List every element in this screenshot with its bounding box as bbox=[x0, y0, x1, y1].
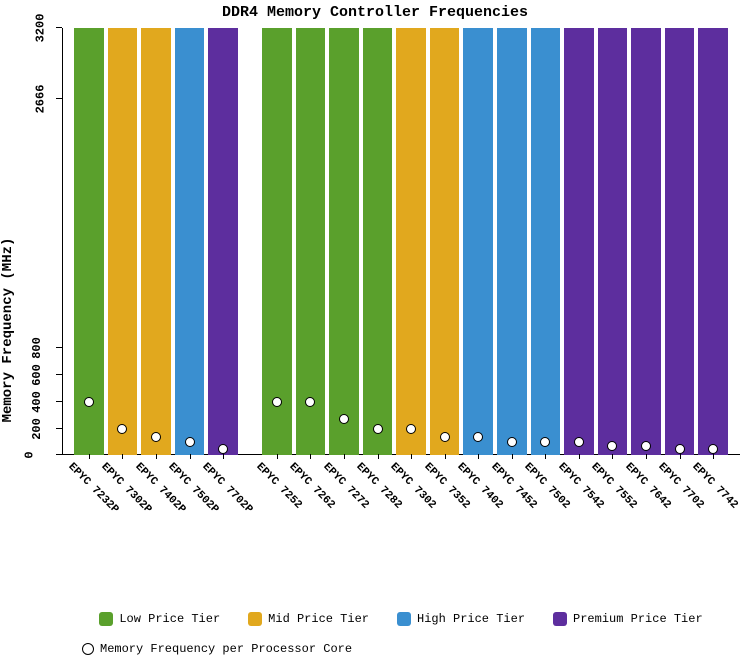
data-point-dot bbox=[305, 397, 315, 407]
y-tick-label: 200 bbox=[30, 418, 44, 440]
bar bbox=[665, 28, 695, 455]
memory-frequency-chart: DDR4 Memory Controller Frequencies Memor… bbox=[0, 0, 750, 660]
data-point-dot bbox=[218, 444, 228, 454]
y-tick-label: 0 bbox=[23, 452, 37, 459]
data-point-dot bbox=[440, 432, 450, 442]
data-point-dot bbox=[84, 397, 94, 407]
y-axis-label: Memory Frequency (MHz) bbox=[0, 238, 16, 423]
bar bbox=[631, 28, 661, 455]
bar bbox=[175, 28, 205, 455]
legend-label-mid: Mid Price Tier bbox=[268, 612, 369, 626]
legend-label-dot: Memory Frequency per Processor Core bbox=[100, 642, 352, 656]
x-tick bbox=[478, 454, 479, 459]
legend: Low Price Tier Mid Price Tier High Price… bbox=[62, 612, 740, 656]
bar bbox=[698, 28, 728, 455]
x-tick bbox=[612, 454, 613, 459]
y-tick: 3200 bbox=[56, 27, 62, 28]
data-point-dot bbox=[406, 424, 416, 434]
x-tick bbox=[190, 454, 191, 459]
x-axis-labels: EPYC 7232PEPYC 7302PEPYC 7402PEPYC 7502P… bbox=[62, 455, 740, 562]
y-tick: 200 bbox=[56, 428, 62, 429]
legend-swatch-high bbox=[397, 612, 411, 626]
y-tick: 800 bbox=[56, 347, 62, 348]
y-tick-label: 800 bbox=[30, 338, 44, 360]
x-tick bbox=[344, 454, 345, 459]
data-point-dot bbox=[185, 437, 195, 447]
x-tick bbox=[713, 454, 714, 459]
bar bbox=[262, 28, 292, 455]
y-tick-label: 2666 bbox=[33, 85, 47, 114]
legend-swatch-premium bbox=[553, 612, 567, 626]
data-point-dot bbox=[641, 441, 651, 451]
x-tick bbox=[680, 454, 681, 459]
bar bbox=[329, 28, 359, 455]
bar bbox=[74, 28, 104, 455]
bar bbox=[396, 28, 426, 455]
legend-item-high: High Price Tier bbox=[397, 612, 525, 626]
x-tick bbox=[156, 454, 157, 459]
bar bbox=[296, 28, 326, 455]
bar bbox=[108, 28, 138, 455]
y-tick-label: 3200 bbox=[33, 14, 47, 43]
chart-title: DDR4 Memory Controller Frequencies bbox=[0, 4, 750, 21]
x-tick bbox=[545, 454, 546, 459]
x-tick bbox=[512, 454, 513, 459]
data-point-dot bbox=[540, 437, 550, 447]
data-point-dot bbox=[574, 437, 584, 447]
x-tick bbox=[277, 454, 278, 459]
data-point-dot bbox=[507, 437, 517, 447]
data-point-dot bbox=[607, 441, 617, 451]
x-tick bbox=[310, 454, 311, 459]
y-tick: 600 bbox=[56, 374, 62, 375]
bar bbox=[463, 28, 493, 455]
bar bbox=[598, 28, 628, 455]
x-tick bbox=[378, 454, 379, 459]
data-point-dot bbox=[675, 444, 685, 454]
legend-swatch-low bbox=[99, 612, 113, 626]
bar bbox=[430, 28, 460, 455]
plot-area: EPYC 7232PEPYC 7302PEPYC 7402PEPYC 7502P… bbox=[62, 28, 740, 562]
legend-item-dot: Memory Frequency per Processor Core bbox=[62, 642, 740, 656]
x-tick bbox=[223, 454, 224, 459]
y-tick: 0 bbox=[56, 454, 62, 455]
data-point-dot bbox=[339, 414, 349, 424]
bars-container bbox=[62, 28, 740, 455]
legend-item-low: Low Price Tier bbox=[99, 612, 220, 626]
legend-item-premium: Premium Price Tier bbox=[553, 612, 703, 626]
bar bbox=[497, 28, 527, 455]
data-point-dot bbox=[473, 432, 483, 442]
bar bbox=[208, 28, 238, 455]
legend-label-premium: Premium Price Tier bbox=[573, 612, 703, 626]
data-point-dot bbox=[272, 397, 282, 407]
bar bbox=[531, 28, 561, 455]
y-tick: 400 bbox=[56, 401, 62, 402]
legend-dot-icon bbox=[82, 643, 94, 655]
data-point-dot bbox=[708, 444, 718, 454]
x-tick bbox=[89, 454, 90, 459]
bar bbox=[564, 28, 594, 455]
y-tick-label: 600 bbox=[30, 364, 44, 386]
legend-label-low: Low Price Tier bbox=[119, 612, 220, 626]
x-tick bbox=[579, 454, 580, 459]
y-tick-label: 400 bbox=[30, 391, 44, 413]
y-tick: 2666 bbox=[56, 98, 62, 99]
bar bbox=[141, 28, 171, 455]
data-point-dot bbox=[151, 432, 161, 442]
x-tick bbox=[646, 454, 647, 459]
data-point-dot bbox=[373, 424, 383, 434]
x-tick bbox=[122, 454, 123, 459]
legend-item-mid: Mid Price Tier bbox=[248, 612, 369, 626]
data-point-dot bbox=[117, 424, 127, 434]
legend-label-high: High Price Tier bbox=[417, 612, 525, 626]
legend-swatch-mid bbox=[248, 612, 262, 626]
x-tick bbox=[411, 454, 412, 459]
bar bbox=[363, 28, 393, 455]
x-tick bbox=[445, 454, 446, 459]
